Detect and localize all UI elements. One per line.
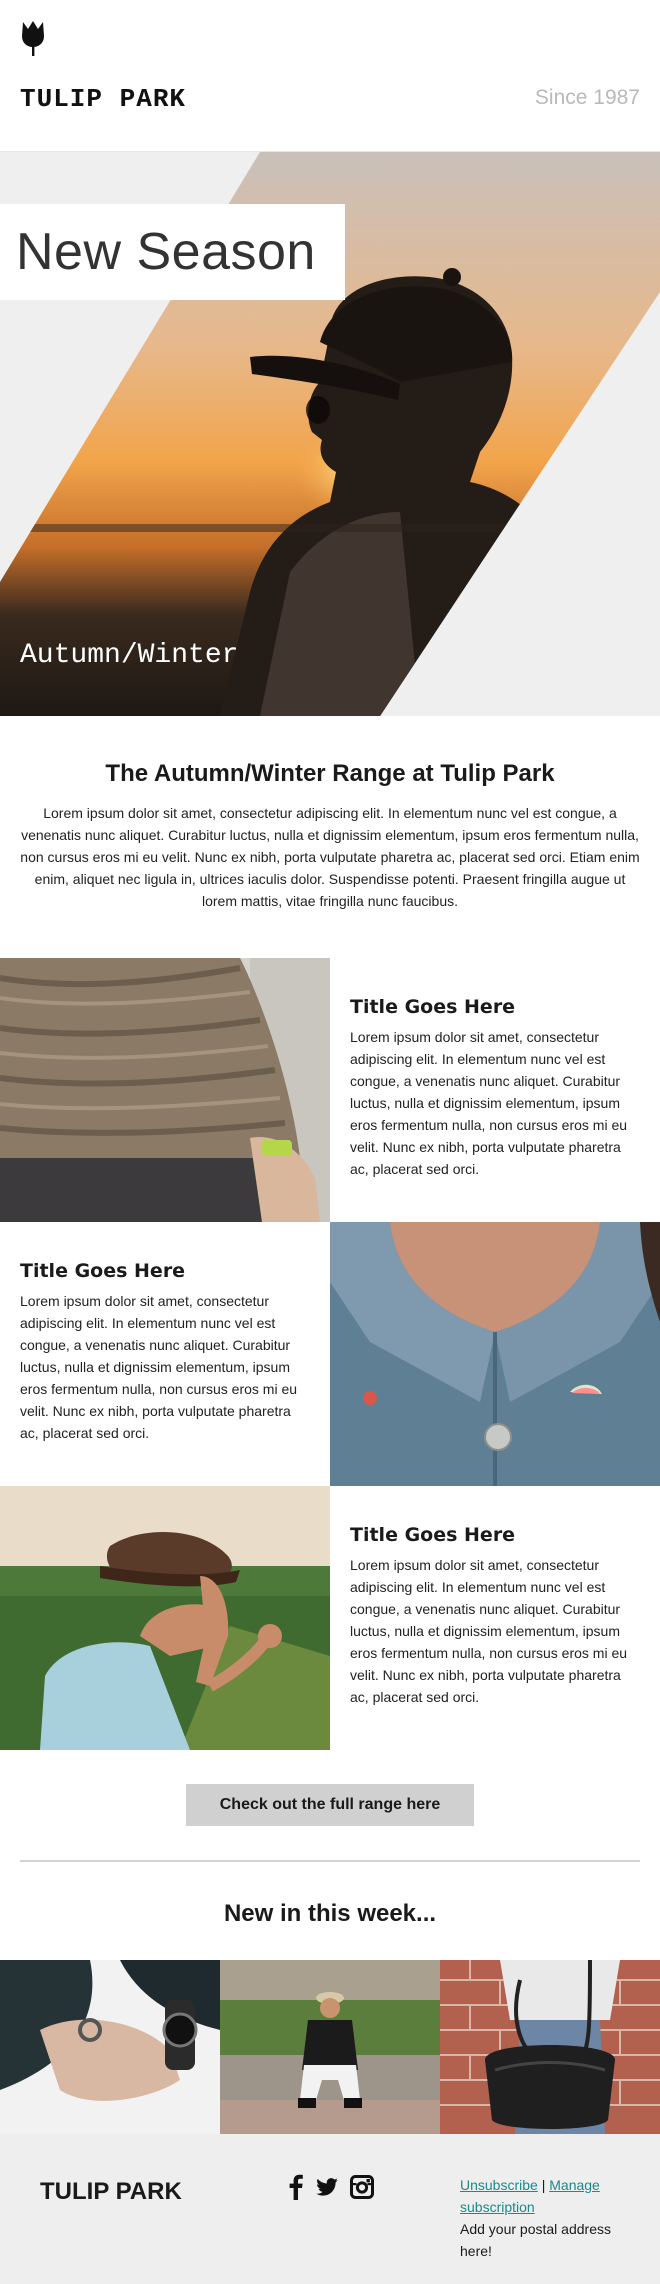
feature-row-1: Title Goes Here Lorem ipsum dolor sit am… — [0, 958, 660, 1222]
footer-links: Unsubscribe | Manage subscription Add yo… — [460, 2174, 640, 2262]
feature-text-1: Title Goes Here Lorem ipsum dolor sit am… — [330, 958, 660, 1222]
intro-heading: The Autumn/Winter Range at Tulip Park — [105, 760, 555, 787]
man-with-hat-photo — [0, 1486, 330, 1750]
instagram-icon[interactable] — [350, 2175, 374, 2199]
feature-title: Title Goes Here — [350, 996, 516, 1018]
social-links — [288, 2174, 374, 2200]
unsubscribe-link[interactable]: Unsubscribe — [460, 2177, 538, 2193]
brand-name: TULIP PARK — [20, 84, 187, 114]
intro-body: Lorem ipsum dolor sit amet, consectetur … — [20, 805, 640, 909]
postal-address: Add your postal address here! — [460, 2221, 611, 2259]
tulip-icon — [22, 21, 44, 56]
feature-body: Lorem ipsum dolor sit amet, consectetur … — [350, 1029, 628, 1177]
new-in-gallery — [0, 1960, 660, 2134]
man-sitting-photo[interactable] — [220, 1960, 440, 2134]
cta-section: Check out the full range here — [0, 1750, 660, 1860]
jacket-photo — [0, 958, 330, 1222]
hero-subtitle: Autumn/Winter — [20, 640, 239, 671]
twitter-icon[interactable] — [316, 2178, 338, 2196]
hero-banner: New Season Autumn/Winter — [0, 152, 660, 716]
hero-title-box: New Season — [0, 204, 345, 300]
facebook-icon[interactable] — [288, 2174, 304, 2200]
full-range-button[interactable]: Check out the full range here — [186, 1784, 474, 1826]
email-footer: TULIP PARK Unsubscribe | Manage subscrip… — [0, 2134, 660, 2284]
feature-row-3: Title Goes Here Lorem ipsum dolor sit am… — [0, 1486, 660, 1750]
feature-title: Title Goes Here — [350, 1524, 516, 1546]
denim-collar-photo — [330, 1222, 660, 1486]
intro-section: The Autumn/Winter Range at Tulip Park Lo… — [0, 716, 660, 958]
since-text: Since 1987 — [534, 86, 640, 109]
watch-hand-photo[interactable] — [0, 1960, 220, 2134]
leather-bag-photo[interactable] — [440, 1960, 660, 2134]
email-header: TULIP PARK Since 1987 — [0, 0, 660, 152]
feature-title: Title Goes Here — [20, 1260, 186, 1282]
feature-body: Lorem ipsum dolor sit amet, consectetur … — [20, 1293, 298, 1441]
feature-body: Lorem ipsum dolor sit amet, consectetur … — [350, 1557, 628, 1705]
feature-row-2: Title Goes Here Lorem ipsum dolor sit am… — [0, 1222, 660, 1486]
hero-title: New Season — [16, 223, 316, 281]
new-section-title: New in this week... — [223, 1900, 437, 1927]
feature-text-3: Title Goes Here Lorem ipsum dolor sit am… — [330, 1486, 660, 1750]
feature-text-2: Title Goes Here Lorem ipsum dolor sit am… — [0, 1222, 330, 1486]
link-separator: | — [541, 2177, 546, 2193]
footer-brand: TULIP PARK — [40, 2178, 182, 2205]
